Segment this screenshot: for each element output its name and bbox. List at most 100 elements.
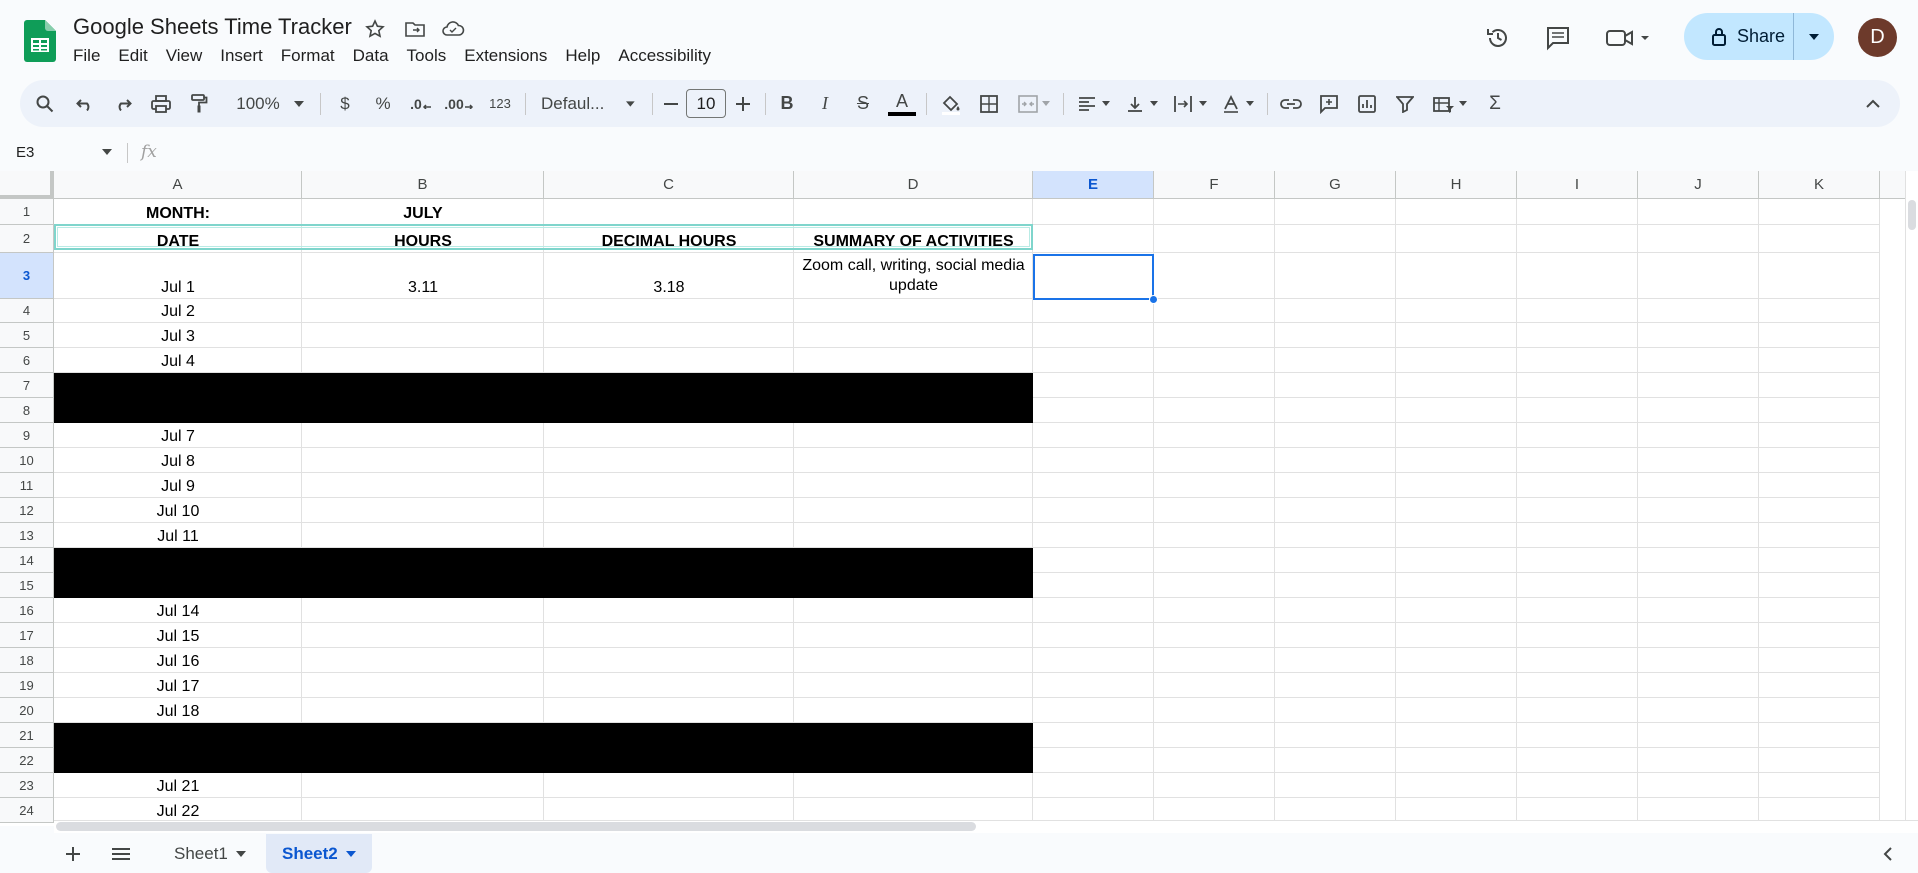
- account-avatar[interactable]: D: [1858, 18, 1897, 57]
- cell-a9[interactable]: Jul 7: [54, 423, 302, 448]
- horizontal-scrollbar-thumb[interactable]: [56, 822, 976, 831]
- column-header-d[interactable]: D: [794, 171, 1033, 199]
- menu-accessibility[interactable]: Accessibility: [609, 44, 720, 68]
- spreadsheet-grid[interactable]: A B C D E F G H I J K 1 2 3 4 5 6 7 8 9 10 11 12 13 14 15 16 17 18 19…: [0, 171, 1918, 826]
- font-family-select[interactable]: Defaul...: [535, 80, 635, 127]
- column-header-a[interactable]: A: [54, 171, 302, 199]
- print-icon[interactable]: [146, 80, 176, 127]
- insert-chart-icon[interactable]: [1352, 80, 1382, 127]
- column-header-b[interactable]: B: [302, 171, 544, 199]
- menu-extensions[interactable]: Extensions: [455, 44, 556, 68]
- increase-decimal-button[interactable]: .00: [440, 80, 478, 127]
- fill-handle[interactable]: [1149, 295, 1158, 304]
- cell-a16[interactable]: Jul 14: [54, 598, 302, 623]
- row-header-12[interactable]: 12: [0, 498, 54, 523]
- cell-a12[interactable]: Jul 10: [54, 498, 302, 523]
- row-header-7[interactable]: 7: [0, 373, 54, 398]
- row-header-21[interactable]: 21: [0, 723, 54, 748]
- text-rotation-icon[interactable]: [1216, 80, 1260, 127]
- cell-a10[interactable]: Jul 8: [54, 448, 302, 473]
- menu-edit[interactable]: Edit: [109, 44, 156, 68]
- column-header-g[interactable]: G: [1275, 171, 1396, 199]
- vertical-scrollbar-thumb[interactable]: [1908, 200, 1916, 230]
- row-header-14[interactable]: 14: [0, 548, 54, 573]
- italic-button[interactable]: I: [810, 80, 840, 127]
- share-button[interactable]: Share: [1684, 13, 1834, 60]
- row-header-24[interactable]: 24: [0, 798, 54, 823]
- column-header-c[interactable]: C: [544, 171, 794, 199]
- column-header-i[interactable]: I: [1517, 171, 1638, 199]
- column-header-f[interactable]: F: [1154, 171, 1275, 199]
- row-header-11[interactable]: 11: [0, 473, 54, 498]
- cell-a1[interactable]: MONTH:: [54, 199, 302, 225]
- comments-icon[interactable]: [1538, 18, 1578, 58]
- cell-a20[interactable]: Jul 18: [54, 698, 302, 723]
- cell-a4[interactable]: Jul 2: [54, 299, 302, 323]
- search-menus-icon[interactable]: [30, 80, 60, 127]
- borders-icon[interactable]: [974, 80, 1004, 127]
- cell-b1[interactable]: JULY: [302, 199, 544, 225]
- row-header-22[interactable]: 22: [0, 748, 54, 773]
- vertical-align-icon[interactable]: [1120, 80, 1164, 127]
- column-header-k[interactable]: K: [1759, 171, 1880, 199]
- cell-a17[interactable]: Jul 15: [54, 623, 302, 648]
- text-wrapping-icon[interactable]: [1168, 80, 1212, 127]
- format-currency-button[interactable]: $: [330, 80, 360, 127]
- menu-view[interactable]: View: [157, 44, 212, 68]
- cell-a13[interactable]: Jul 11: [54, 523, 302, 548]
- row-header-4[interactable]: 4: [0, 299, 54, 323]
- cell-b3[interactable]: 3.11: [302, 253, 544, 299]
- cell-a11[interactable]: Jul 9: [54, 473, 302, 498]
- add-sheet-icon[interactable]: [56, 839, 90, 869]
- menu-file[interactable]: File: [64, 44, 109, 68]
- vertical-scrollbar[interactable]: [1905, 171, 1918, 820]
- explore-collapse-icon[interactable]: [1870, 839, 1904, 869]
- menu-help[interactable]: Help: [556, 44, 609, 68]
- row-header-5[interactable]: 5: [0, 323, 54, 348]
- row-header-2[interactable]: 2: [0, 225, 54, 253]
- row-header-13[interactable]: 13: [0, 523, 54, 548]
- row-header-6[interactable]: 6: [0, 348, 54, 373]
- cell-a18[interactable]: Jul 16: [54, 648, 302, 673]
- sheet-tab-sheet1[interactable]: Sheet1: [158, 834, 262, 873]
- row-header-19[interactable]: 19: [0, 673, 54, 698]
- filter-icon[interactable]: [1390, 80, 1420, 127]
- move-folder-icon[interactable]: [402, 16, 428, 42]
- strikethrough-button[interactable]: S: [848, 80, 878, 127]
- formula-input[interactable]: [170, 140, 1870, 166]
- menu-format[interactable]: Format: [272, 44, 344, 68]
- fill-color-icon[interactable]: [936, 80, 966, 127]
- sheets-logo-icon[interactable]: [24, 20, 56, 62]
- column-header-j[interactable]: J: [1638, 171, 1759, 199]
- cloud-saved-icon[interactable]: [440, 16, 466, 42]
- horizontal-align-icon[interactable]: [1072, 80, 1116, 127]
- increase-font-size-icon[interactable]: [730, 80, 756, 127]
- cell-a6[interactable]: Jul 4: [54, 348, 302, 373]
- sheet-tab-sheet2[interactable]: Sheet2: [266, 834, 372, 873]
- row-header-18[interactable]: 18: [0, 648, 54, 673]
- cell-c3[interactable]: 3.18: [544, 253, 794, 299]
- meet-video-icon[interactable]: [1598, 18, 1658, 58]
- column-header-e[interactable]: E: [1033, 171, 1154, 199]
- star-icon[interactable]: [362, 16, 388, 42]
- share-dropdown-button[interactable]: [1794, 13, 1834, 60]
- column-header-h[interactable]: H: [1396, 171, 1517, 199]
- row-header-15[interactable]: 15: [0, 573, 54, 598]
- more-formats-button[interactable]: 123: [482, 80, 518, 127]
- version-history-icon[interactable]: [1478, 18, 1518, 58]
- decrease-font-size-icon[interactable]: [658, 80, 684, 127]
- cell-a5[interactable]: Jul 3: [54, 323, 302, 348]
- insert-link-icon[interactable]: [1276, 80, 1306, 127]
- functions-button[interactable]: Σ: [1480, 80, 1510, 127]
- cell-a23[interactable]: Jul 21: [54, 773, 302, 798]
- row-header-20[interactable]: 20: [0, 698, 54, 723]
- filter-views-icon[interactable]: [1428, 80, 1472, 127]
- merge-cells-icon[interactable]: [1012, 80, 1056, 127]
- row-header-9[interactable]: 9: [0, 423, 54, 448]
- redo-icon[interactable]: [108, 80, 138, 127]
- row-header-3[interactable]: 3: [0, 253, 54, 299]
- cell-a19[interactable]: Jul 17: [54, 673, 302, 698]
- row-header-1[interactable]: 1: [0, 199, 54, 225]
- undo-icon[interactable]: [70, 80, 100, 127]
- row-header-8[interactable]: 8: [0, 398, 54, 423]
